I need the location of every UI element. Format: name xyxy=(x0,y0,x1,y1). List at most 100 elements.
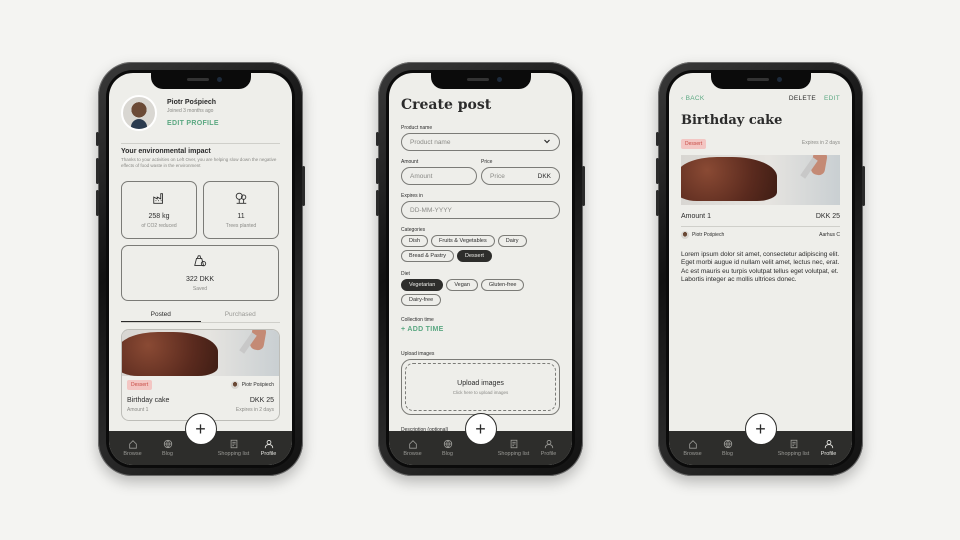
person-icon xyxy=(824,440,833,449)
seller: Piotr Pośpiech xyxy=(230,381,274,389)
chip-gluten-free[interactable]: Gluten-free xyxy=(480,279,525,291)
phone-profile: Piotr Pośpiech Joined 3 months ago EDIT … xyxy=(96,62,305,476)
category-tag: Dessert xyxy=(127,380,153,390)
post-card[interactable]: Dessert Piotr Pośpiech Birthday cake DKK… xyxy=(121,329,280,421)
nav-shopping-list[interactable]: Shopping list xyxy=(777,439,811,457)
stat-saved-label: Saved xyxy=(192,286,208,292)
price-placeholder: Price xyxy=(490,172,505,180)
price-input[interactable]: Price DKK xyxy=(481,167,560,185)
nav-browse[interactable]: Browse xyxy=(396,439,430,457)
add-time-button[interactable]: + ADD TIME xyxy=(401,326,444,333)
chip-dish[interactable]: Dish xyxy=(401,235,429,247)
tab-purchased[interactable]: Purchased xyxy=(201,311,281,322)
nav-browse[interactable]: Browse xyxy=(116,439,150,457)
amount-input[interactable]: Amount xyxy=(401,167,477,185)
impact-title: Your environmental impact xyxy=(121,148,211,155)
chip-dairy-free[interactable]: Dairy-free xyxy=(401,294,442,306)
amount-placeholder: Amount xyxy=(410,172,433,180)
product-name-dropdown[interactable]: Product name xyxy=(401,133,560,151)
chip-vegan[interactable]: Vegan xyxy=(446,279,478,291)
delete-button[interactable]: DELETE xyxy=(789,95,816,102)
list-icon xyxy=(790,439,797,449)
location-text: Aarhus C xyxy=(819,232,840,238)
product-name-placeholder: Product name xyxy=(410,138,451,146)
person-icon xyxy=(544,440,553,449)
list-icon xyxy=(510,439,517,449)
nav-browse-label: Browse xyxy=(683,451,702,457)
price-label: Price xyxy=(481,159,493,165)
expires-placeholder: DD-MM-YYYY xyxy=(410,206,452,214)
nav-browse[interactable]: Browse xyxy=(676,439,710,457)
stat-co2-value: 258 kg xyxy=(148,213,170,220)
collection-time-label: Collection time xyxy=(401,317,434,323)
card-expires: Expires in 2 days xyxy=(235,407,274,413)
seller-avatar xyxy=(230,381,239,389)
phone-create-post: Create post Product name Product name Am… xyxy=(376,62,585,476)
stat-saved-value: 322 DKK xyxy=(185,276,215,283)
seller-avatar xyxy=(681,231,689,239)
chip-dairy[interactable]: Dairy xyxy=(497,235,527,247)
upload-title: Upload images xyxy=(457,379,504,387)
upload-subtitle: Click here to upload images xyxy=(452,389,509,395)
stat-co2-label: of CO2 reduced xyxy=(141,223,177,229)
posted-purchased-tabs: Posted Purchased xyxy=(121,311,280,323)
joined-date: Joined 3 months ago xyxy=(167,108,214,114)
chip-fruits-vegetables[interactable]: Fruits & Vegetables xyxy=(431,235,495,247)
page-title: Create post xyxy=(401,97,492,113)
home-icon xyxy=(408,440,417,449)
stat-trees-value: 11 xyxy=(237,213,245,220)
nav-profile-label: Profile xyxy=(260,451,277,457)
add-post-button[interactable]: + xyxy=(184,413,217,445)
nav-shopping-list[interactable]: Shopping list xyxy=(497,439,531,457)
nav-profile[interactable]: Profile xyxy=(812,439,846,457)
phone-post-detail: ‹ BACK DELETE EDIT Birthday cake Dessert… xyxy=(656,62,865,476)
nav-profile[interactable]: Profile xyxy=(532,439,566,457)
card-amount: Amount 1 xyxy=(127,407,149,413)
nav-blog[interactable]: Blog xyxy=(151,439,185,457)
seller-name: Piotr Pośpiech xyxy=(241,382,274,388)
nav-shopping-list-label: Shopping list xyxy=(217,451,250,457)
edit-button[interactable]: EDIT xyxy=(824,95,840,102)
edit-profile-link[interactable]: EDIT PROFILE xyxy=(167,120,219,127)
chip-vegetarian[interactable]: Vegetarian xyxy=(401,279,444,291)
amount-text: Amount 1 xyxy=(681,213,711,220)
profile-screen: Piotr Pośpiech Joined 3 months ago EDIT … xyxy=(109,73,292,465)
add-post-button[interactable]: + xyxy=(464,413,497,445)
home-icon xyxy=(688,440,697,449)
chip-dessert[interactable]: Dessert xyxy=(457,250,492,262)
person-icon xyxy=(264,440,273,449)
chip-bread-pastry[interactable]: Bread & Pastry xyxy=(401,250,454,262)
tab-posted[interactable]: Posted xyxy=(121,311,201,322)
categories-label: Categories xyxy=(401,227,426,233)
nav-blog-label: Blog xyxy=(441,451,453,457)
price-text: DKK 25 xyxy=(815,213,840,220)
nav-blog[interactable]: Blog xyxy=(711,439,745,457)
card-title: Birthday cake xyxy=(127,397,170,404)
list-icon xyxy=(230,439,237,449)
upload-images-dropzone[interactable]: Upload images Click here to upload image… xyxy=(401,359,560,415)
category-chips: Dish Fruits & Vegetables Dairy Bread & P… xyxy=(401,235,562,262)
seller-name: Piotr Pośpiech xyxy=(692,232,725,238)
price-currency: DKK xyxy=(537,172,551,180)
profile-header: Piotr Pośpiech Joined 3 months ago EDIT … xyxy=(121,95,280,144)
expires-label: Expires in xyxy=(401,193,423,199)
nav-profile[interactable]: Profile xyxy=(252,439,286,457)
expires-date-input[interactable]: DD-MM-YYYY xyxy=(401,201,560,219)
nav-blog[interactable]: Blog xyxy=(431,439,465,457)
back-label: BACK xyxy=(685,95,705,102)
nav-browse-label: Browse xyxy=(123,451,142,457)
back-button[interactable]: ‹ BACK xyxy=(681,95,704,102)
globe-icon xyxy=(163,439,172,449)
category-tag: Dessert xyxy=(681,139,707,149)
expires-text: Expires in 2 days xyxy=(801,140,840,146)
amount-label: Amount xyxy=(401,159,419,165)
nav-profile-label: Profile xyxy=(820,451,837,457)
post-title: Birthday cake xyxy=(681,113,783,128)
add-post-button[interactable]: + xyxy=(744,413,777,445)
nav-profile-label: Profile xyxy=(540,451,557,457)
home-icon xyxy=(128,440,137,449)
nav-shopping-list[interactable]: Shopping list xyxy=(217,439,251,457)
nav-browse-label: Browse xyxy=(403,451,422,457)
nav-shopping-list-label: Shopping list xyxy=(777,451,810,457)
cake-image xyxy=(122,330,279,376)
